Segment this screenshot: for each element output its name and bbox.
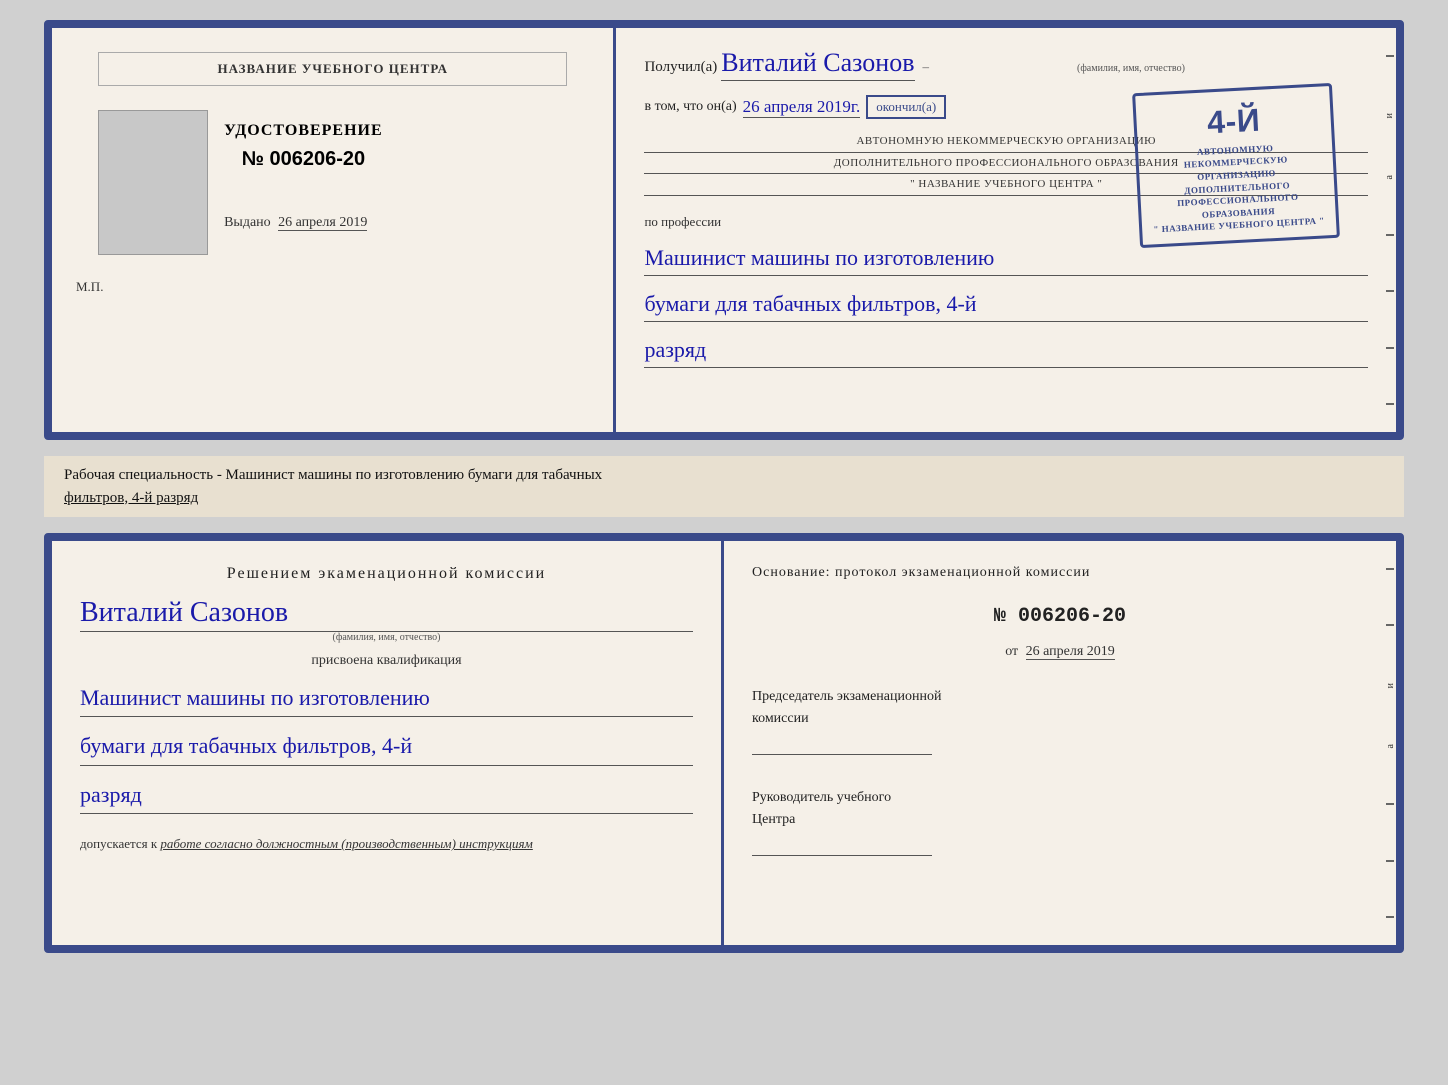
- stamp-container: 4-й АВТОНОМНУЮ НЕКОММЕРЧЕСКУЮ ОРГАНИЗАЦИ…: [1136, 88, 1336, 198]
- cert-number: № 006206-20: [242, 148, 366, 171]
- bottom-prof-line3: разряд: [80, 776, 693, 814]
- bottom-doc-left: Решением экаменационной комиссии Виталий…: [52, 541, 724, 945]
- prisvoena-label: присвоена квалификация: [80, 653, 693, 669]
- bottom-right-edge-deco: и а: [1380, 541, 1400, 945]
- bottom-doc-right: Основание: протокол экзаменационной коми…: [724, 541, 1396, 945]
- left-photo-row: УДОСТОВЕРЕНИЕ № 006206-20 Выдано 26 апре…: [98, 102, 567, 255]
- predsedatel-line1: Председатель экзаменационной: [752, 689, 941, 704]
- poluchil-prefix: Получил(а): [644, 59, 717, 76]
- recipient-name: Виталий Сазонов: [721, 48, 914, 81]
- deco-dash-1: [1386, 55, 1394, 57]
- deco-dash-5: [1386, 403, 1394, 405]
- dopuskaetsya-text: работе согласно должностным (производств…: [160, 836, 532, 851]
- middle-text-strip: Рабочая специальность - Машинист машины …: [44, 456, 1404, 517]
- profession-line1: Машинист машины по изготовлению: [644, 240, 1368, 276]
- deco-dash-3: [1386, 290, 1394, 292]
- osnova-label: Основание: протокол экзаменационной коми…: [752, 565, 1368, 581]
- left-text-block: УДОСТОВЕРЕНИЕ № 006206-20 Выдано 26 апре…: [224, 102, 383, 231]
- bottom-document: Решением экаменационной комиссии Виталий…: [44, 533, 1404, 953]
- predsedatel-signature-line: [752, 735, 932, 755]
- ot-row: от 26 апреля 2019: [752, 644, 1368, 660]
- profession-line2: бумаги для табачных фильтров, 4-й: [644, 286, 1368, 322]
- bottom-prof-line2: бумаги для табачных фильтров, 4-й: [80, 727, 693, 765]
- profession-line3: разряд: [644, 332, 1368, 368]
- middle-text-underline: фильтров, 4-й разряд: [64, 490, 198, 506]
- mp-label: М.П.: [76, 279, 103, 295]
- protocol-number: № 006206-20: [752, 605, 1368, 628]
- ot-date: 26 апреля 2019: [1026, 644, 1115, 660]
- b-deco-dash-3: [1386, 803, 1394, 805]
- vtom-date: 26 апреля 2019г.: [743, 97, 861, 118]
- vydano-row: Выдано 26 апреля 2019: [224, 215, 383, 231]
- poluchil-row: Получил(а) Виталий Сазонов – (фамилия, и…: [644, 48, 1368, 81]
- top-doc-left: НАЗВАНИЕ УЧЕБНОГО ЦЕНТРА УДОСТОВЕРЕНИЕ №…: [52, 28, 616, 432]
- deco-text-a: а: [1384, 173, 1395, 179]
- okonchil-label: окончил(а): [866, 95, 946, 119]
- dopuskaetsya-prefix: допускается к: [80, 836, 157, 851]
- deco-dash-2: [1386, 234, 1394, 236]
- top-document: НАЗВАНИЕ УЧЕБНОГО ЦЕНТРА УДОСТОВЕРЕНИЕ №…: [44, 20, 1404, 440]
- b-deco-dash-1: [1386, 568, 1394, 570]
- rukovoditel-label: Руководитель учебного Центра: [752, 787, 1368, 856]
- vydano-label: Выдано: [224, 215, 271, 230]
- rukovoditel-line2: Центра: [752, 812, 795, 827]
- komissia-title: Решением экаменационной комиссии: [80, 565, 693, 583]
- b-deco-dash-4: [1386, 860, 1394, 862]
- bottom-prof-line1: Машинист машины по изготовлению: [80, 679, 693, 717]
- ot-label: от: [1005, 644, 1018, 659]
- predsedatel-line2: комиссии: [752, 711, 809, 726]
- cert-title-block: УДОСТОВЕРЕНИЕ № 006206-20: [224, 122, 383, 171]
- recipient-subtitle: (фамилия, имя, отчество): [1077, 63, 1185, 74]
- deco-dash-4: [1386, 347, 1394, 349]
- top-doc-right: Получил(а) Виталий Сазонов – (фамилия, и…: [616, 28, 1396, 432]
- bottom-recipient-name: Виталий Сазонов: [80, 597, 693, 632]
- b-deco-dash-5: [1386, 916, 1394, 918]
- predsedatel-label: Председатель экзаменационной комиссии: [752, 686, 1368, 755]
- training-center-label: НАЗВАНИЕ УЧЕБНОГО ЦЕНТРА: [98, 52, 567, 86]
- b-deco-dash-2: [1386, 624, 1394, 626]
- middle-text-prefix: Рабочая специальность - Машинист машины …: [64, 467, 602, 483]
- right-edge-deco: и а: [1380, 28, 1400, 432]
- rukovoditel-signature-line: [752, 836, 932, 856]
- vydano-date: 26 апреля 2019: [278, 215, 367, 231]
- b-deco-text-a: а: [1385, 742, 1396, 748]
- certificate-photo: [98, 110, 208, 255]
- rukovoditel-line1: Руководитель учебного: [752, 790, 891, 805]
- stamp: 4-й АВТОНОМНУЮ НЕКОММЕРЧЕСКУЮ ОРГАНИЗАЦИ…: [1132, 83, 1340, 248]
- vtom-prefix: в том, что он(а): [644, 99, 736, 115]
- udostoverenie-label: УДОСТОВЕРЕНИЕ: [224, 122, 383, 140]
- b-deco-text-i: и: [1385, 681, 1396, 688]
- deco-text-i: и: [1384, 111, 1395, 118]
- bottom-recipient-subtitle: (фамилия, имя, отчество): [80, 632, 693, 643]
- bottom-recipient-block: Виталий Сазонов (фамилия, имя, отчество): [80, 597, 693, 643]
- dopuskaetsya-block: допускается к работе согласно должностны…: [80, 836, 693, 852]
